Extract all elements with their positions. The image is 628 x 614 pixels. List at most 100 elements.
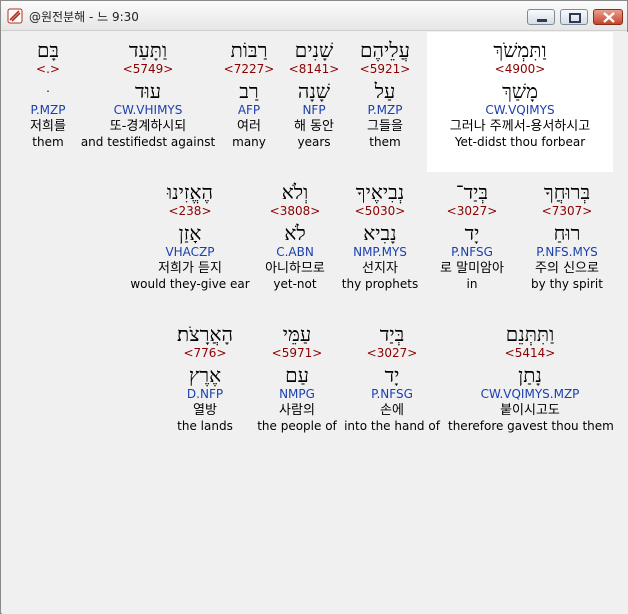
word-block[interactable]: בְּרוּחֲךָ <7307> רוּחַ P.NFS.MYS 주의 신으로… [526,174,608,291]
lemma: נָבִיא [363,221,397,245]
lemma: לֹא [284,221,306,245]
korean-gloss: 주의 신으로 [535,261,599,276]
lemma: ּ [22,79,74,103]
minimize-button[interactable] [527,9,555,25]
lemma: יָד [384,363,400,387]
word-block[interactable]: הֶאֱזִינוּ <238> אָזַן VHACZP 저희가 듣지 wou… [130,174,250,291]
korean-gloss: 손에 [380,403,404,418]
english-gloss: years [297,135,331,149]
korean-gloss: 열방 [193,403,217,418]
strong-number: <776> [183,346,227,360]
word-block[interactable]: שָׁנִים <8141> שָׁנָה NFP 해 동안 years [282,32,346,149]
morphology: CW.VQIMYS.MZP [480,387,580,401]
word-block[interactable]: וַתִּתְּנֵם <5414> נָתַן CW.VQIMYS.MZP 붙… [448,316,614,433]
korean-gloss: 그러나 주께서-용서하시고 [449,119,591,134]
lemma: עוּד [134,79,162,103]
english-gloss: yet-not [273,277,317,291]
lemma: יָד [464,221,480,245]
english-gloss: thy prophets [341,277,419,291]
hebrew-word: וְלֹא [281,180,309,204]
hebrew-word: בְּרוּחֲךָ [543,180,591,204]
morphology: P.MZP [30,103,66,117]
english-gloss: and testifiedst against [80,135,216,149]
app-icon [7,8,23,24]
app-window: @원전분해 - 느 9:30 וַתִּמְשֹׁךְ <4900> מָשַׁ… [0,0,628,614]
lemma: עַם [285,363,309,387]
english-gloss: the people of [257,419,337,433]
korean-gloss: 사람의 [279,403,315,418]
word-block[interactable]: וַתִּמְשֹׁךְ <4900> מָשַׁךְ CW.VQIMYS 그러… [427,32,613,172]
english-gloss: therefore gavest thou them [448,419,614,433]
strong-number: <3027> [446,204,498,218]
hebrew-word: בְּיַד־ [455,180,489,204]
strong-number: <5030> [354,204,406,218]
word-block[interactable]: וְלֹא <3808> לֹא C.ABN 아니하므로 yet-not [256,174,334,291]
hebrew-word: נְבִיאֶיךָ [355,180,405,204]
morphology: P.NFSG [451,245,493,259]
hebrew-word: בְּיַד [379,322,405,346]
lemma: אָזַן [178,221,202,245]
word-block[interactable]: בְּיַד <3027> יָד P.NFSG 손에 into the han… [344,316,440,433]
hebrew-word: וַתִּתְּנֵם [505,322,555,346]
minimize-icon [537,19,547,22]
english-gloss: them [369,135,401,149]
strong-number: <4900> [494,62,546,76]
strong-number: <7307> [541,204,593,218]
english-gloss: them [32,135,64,149]
korean-gloss: 저희를 [30,119,66,134]
korean-gloss: 해 동안 [293,119,334,134]
morphology: C.ABN [276,245,314,259]
korean-gloss: 선지자 [362,261,398,276]
strong-number: <3027> [366,346,418,360]
lemma: עַל [374,79,396,103]
morphology: P.MZP [367,103,403,117]
lemma: מָשַׁךְ [502,79,538,103]
morphology: NMP.MYS [353,245,407,259]
word-block[interactable]: בָּם <.> ּ P.MZP 저희를 them [22,32,74,149]
english-gloss: the lands [177,419,233,433]
morphology: P.NFSG [371,387,413,401]
strong-number: <8141> [288,62,340,76]
word-block[interactable]: נְבִיאֶיךָ <5030> נָבִיא NMP.MYS 선지자 thy… [340,174,420,291]
english-gloss: many [232,135,266,149]
maximize-button[interactable] [560,9,588,25]
strong-number: <.> [36,62,60,76]
word-block[interactable]: עַמֵּי <5971> עַם NMPG 사람의 the people of [256,316,338,433]
hebrew-word: וַתִּמְשֹׁךְ [493,38,547,62]
korean-gloss: 로 말미암아 [440,261,504,276]
word-block[interactable]: הָאֲרָצֹת׃ <776> אֶרֶץ D.NFP 열방 the land… [172,316,238,433]
korean-gloss: 아니하므로 [265,261,325,276]
word-block[interactable]: וַתָּעַד <5749> עוּד CW.VHIMYS 또-경계하시되 a… [80,32,216,149]
close-icon [603,12,615,23]
word-block[interactable]: בְּיַד־ <3027> יָד P.NFSG 로 말미암아 in [430,174,514,291]
word-block[interactable]: עֲלֵיהֶם <5921> עַל P.MZP 그들을 them [348,32,422,149]
lemma: שָׁנָה [297,79,331,103]
morphology: NMPG [279,387,315,401]
strong-number: <5414> [504,346,556,360]
strong-number: <5971> [271,346,323,360]
lemma: רַב [239,79,259,103]
morphology: P.NFS.MYS [536,245,598,259]
morphology: NFP [302,103,326,117]
english-gloss: in [466,277,478,291]
window-title: @원전분해 - 느 9:30 [29,10,139,24]
english-gloss: would they-give ear [130,277,250,291]
english-gloss: into the hand of [344,419,440,433]
morphology: D.NFP [186,387,224,401]
english-gloss: Yet-didst thou forbear [454,135,586,149]
korean-gloss: 여러 [237,119,261,134]
title-bar[interactable]: @원전분해 - 느 9:30 [1,1,627,31]
morphology: CW.VHIMYS [113,103,183,117]
hebrew-word: עַמֵּי [282,322,312,346]
hebrew-word: בָּם [36,38,60,62]
hebrew-word: וַתָּעַד [128,38,168,62]
lemma: רוּחַ [553,221,581,245]
morphology: AFP [237,103,261,117]
word-block[interactable]: רַבּוֹת <7227> רַב AFP 여러 many [218,32,280,149]
interlinear-pane: וַתִּמְשֹׁךְ <4900> מָשַׁךְ CW.VQIMYS 그러… [2,32,628,614]
close-button[interactable] [593,9,623,25]
strong-number: <7227> [223,62,275,76]
morphology: VHACZP [165,245,215,259]
morphology: CW.VQIMYS [485,103,555,117]
hebrew-word: שָׁנִים [294,38,334,62]
